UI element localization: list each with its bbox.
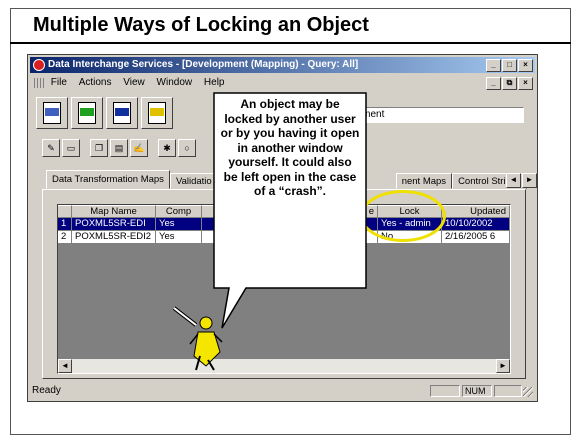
presenter-figure-icon bbox=[172, 306, 223, 371]
callout-graphics bbox=[172, 92, 367, 371]
callout-text: An object may be locked by another user … bbox=[220, 97, 360, 198]
